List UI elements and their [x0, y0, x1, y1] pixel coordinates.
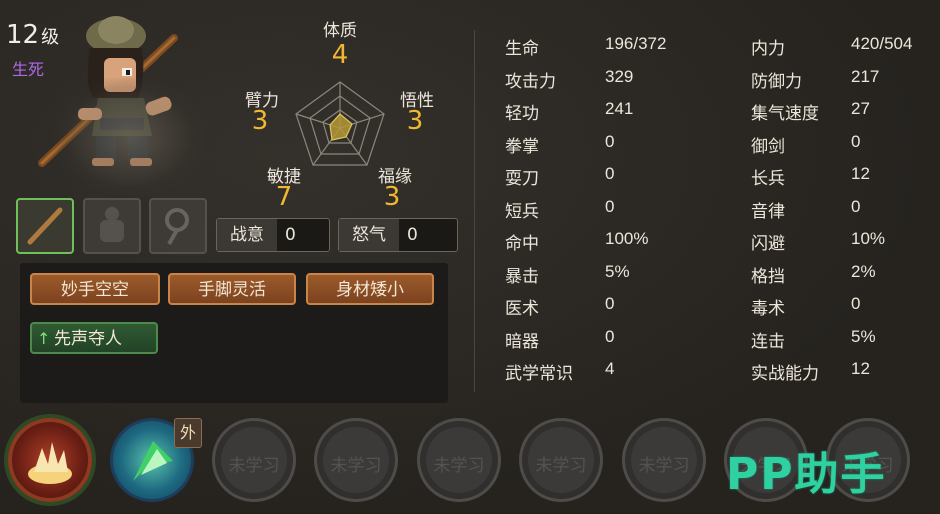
external-badge: 外: [174, 418, 202, 448]
fighting-spirit-box: 战意 0: [216, 218, 330, 252]
armor-icon: [100, 207, 124, 242]
accessory-icon: [165, 208, 189, 245]
stat-name: 内力: [751, 39, 785, 59]
locked-label: 未学习: [433, 456, 485, 476]
skill-slot-locked[interactable]: 未学习: [519, 418, 603, 502]
armor-slot[interactable]: [83, 198, 141, 254]
stat-name: 暗器: [505, 331, 539, 352]
stat-name: 防御力: [751, 71, 802, 92]
stat-name: 闪避: [751, 234, 785, 254]
attr-value-strength: 3: [251, 106, 269, 136]
attr-value-constitution: 4: [331, 40, 349, 70]
stat-value: 27: [851, 99, 870, 118]
portrait-spotlight: [54, 78, 204, 196]
stat-value: 329: [605, 66, 634, 86]
stat-value: 420/504: [851, 34, 913, 53]
stat-name: 连击: [751, 331, 785, 352]
rage-label: 怒气: [339, 219, 399, 251]
stat-name: 轻功: [505, 104, 539, 124]
locked-label: 未学习: [228, 456, 280, 476]
stat-name: 攻击力: [505, 71, 556, 92]
stat-name: 实战能力: [751, 364, 819, 384]
stat-value: 0: [605, 196, 615, 216]
stat-value: 241: [605, 99, 634, 118]
stat-name: 御剑: [751, 136, 785, 157]
stat-value: 4: [605, 359, 615, 378]
stat-value: 196/372: [605, 34, 667, 53]
attr-value-comprehension: 3: [406, 106, 424, 136]
locked-label: 未学习: [535, 456, 587, 476]
rage-value: 0: [407, 225, 418, 245]
fire-palm-icon: [28, 442, 72, 484]
skill-slot-locked[interactable]: 未学习: [622, 418, 706, 502]
up-arrow-icon: ↑: [37, 329, 51, 348]
stat-value: 0: [605, 164, 615, 183]
stat-value: 217: [851, 66, 880, 86]
locked-label: 未学习: [638, 456, 690, 476]
stat-name: 音律: [751, 201, 785, 222]
stat-value: 0: [851, 294, 861, 313]
stat-value: 12: [851, 359, 870, 378]
skill-slot-fire[interactable]: [8, 418, 92, 502]
character-panel: 12 级 生死 体质 4 悟性 3 福缘 3 敏捷 7 臂力 3 战意 0 怒气…: [0, 0, 940, 514]
stat-value: 0: [851, 131, 861, 151]
trait-label: 先声夺人: [54, 329, 122, 349]
character-portrait: [34, 8, 214, 196]
stat-name: 生命: [505, 39, 539, 59]
weapon-slot[interactable]: [16, 198, 74, 254]
stat-value: 0: [605, 326, 615, 346]
attribute-radar: 体质 4 悟性 3 福缘 3 敏捷 7 臂力 3: [230, 10, 465, 215]
skill-slot-locked[interactable]: 未学习: [417, 418, 501, 502]
staff-icon: [27, 207, 63, 245]
trait-tag-upgradable[interactable]: ↑ 先声夺人: [30, 322, 158, 354]
stat-name: 短兵: [505, 201, 539, 222]
stat-value: 100%: [605, 229, 649, 248]
stat-value: 2%: [851, 261, 876, 281]
stat-value: 10%: [851, 229, 886, 248]
attr-value-agility: 7: [275, 182, 293, 212]
stat-name: 集气速度: [751, 104, 819, 124]
attr-label-constitution: 体质: [323, 21, 357, 41]
rage-box: 怒气 0: [338, 218, 458, 252]
stat-value: 0: [605, 294, 615, 313]
locked-label: 未学习: [330, 456, 382, 476]
skill-slot-locked[interactable]: 未学习: [314, 418, 398, 502]
stat-value: 5%: [851, 326, 876, 346]
divider: [474, 30, 475, 392]
trait-tag[interactable]: 身材矮小: [306, 273, 434, 305]
stat-value: 5%: [605, 261, 630, 281]
stat-value: 0: [605, 131, 615, 151]
stat-name: 耍刀: [505, 169, 539, 189]
trait-tag[interactable]: 妙手空空: [30, 273, 160, 305]
pp-assistant-watermark: PP助手: [726, 449, 887, 500]
stat-name: 格挡: [751, 266, 785, 287]
stat-name: 武学常识: [505, 364, 573, 384]
stat-name: 命中: [505, 234, 539, 254]
attr-value-fortune: 3: [383, 182, 401, 212]
traits-panel: 妙手空空 手脚灵活 身材矮小 ↑ 先声夺人: [20, 263, 448, 403]
stat-value: 12: [851, 164, 870, 183]
stat-name: 长兵: [751, 169, 785, 189]
trait-tag[interactable]: 手脚灵活: [168, 273, 296, 305]
skill-slot-locked[interactable]: 未学习: [212, 418, 296, 502]
stat-name: 医术: [505, 299, 539, 319]
fighting-spirit-label: 战意: [217, 219, 277, 251]
stat-value: 0: [851, 196, 861, 216]
stat-name: 暴击: [505, 266, 539, 287]
stat-name: 毒术: [751, 299, 785, 319]
fighting-spirit-value: 0: [285, 225, 296, 245]
accessory-slot[interactable]: [149, 198, 207, 254]
stat-name: 拳掌: [505, 136, 539, 157]
